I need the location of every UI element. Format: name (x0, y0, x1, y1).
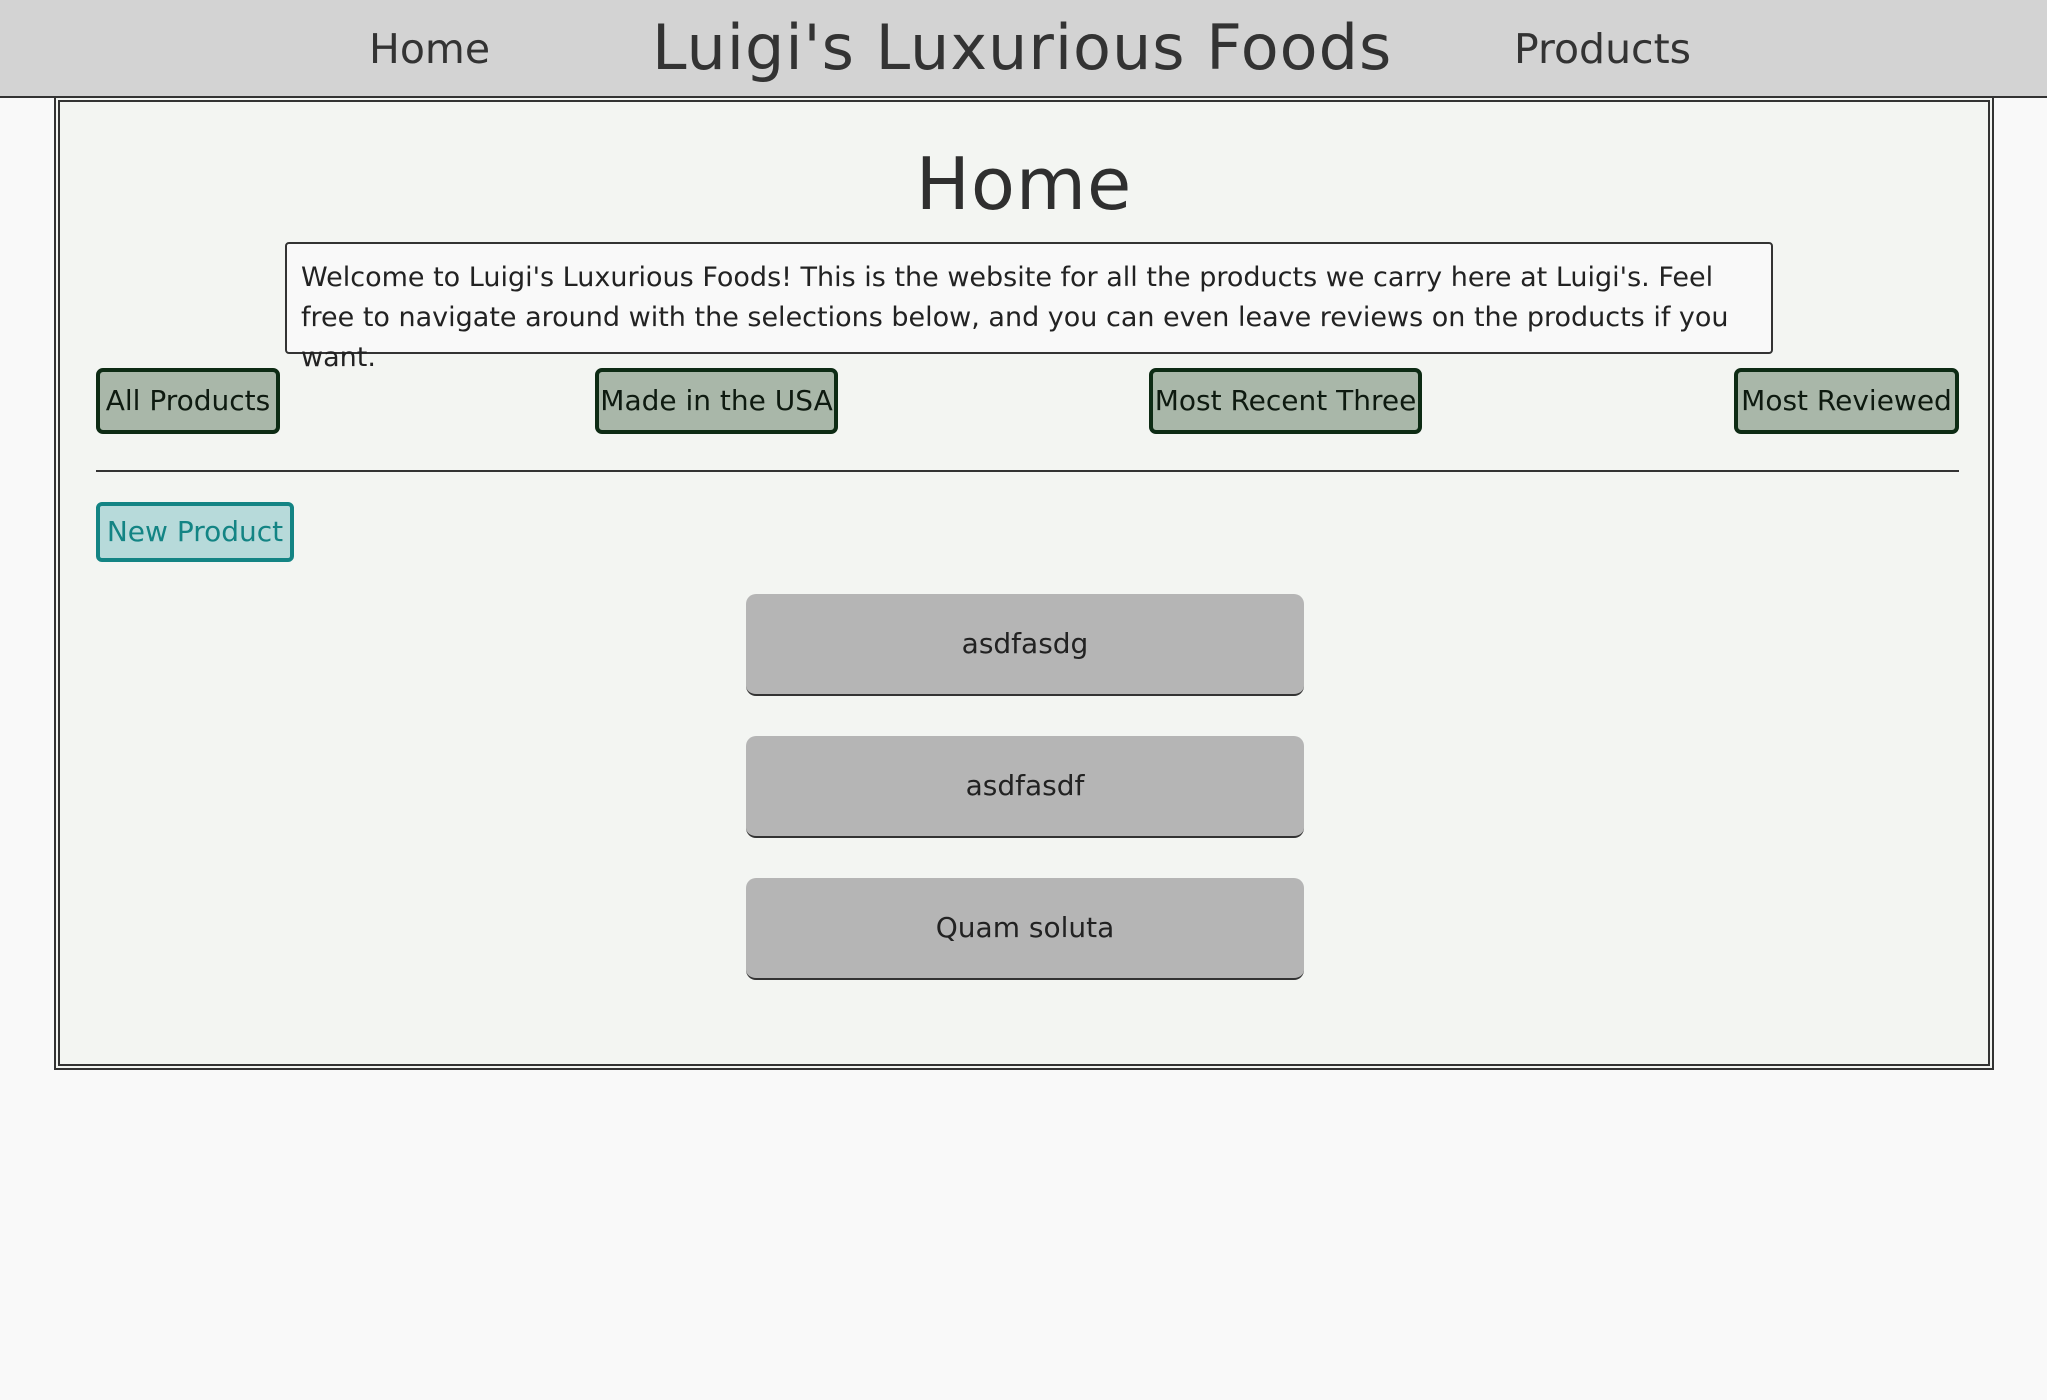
divider (96, 470, 1959, 472)
all-products-button[interactable]: All Products (96, 368, 280, 434)
page-title: Home (915, 142, 1133, 226)
new-product-button[interactable]: New Product (96, 502, 294, 562)
made-in-usa-button[interactable]: Made in the USA (595, 368, 838, 434)
product-card[interactable]: asdfasdg (746, 594, 1304, 696)
nav-products-link[interactable]: Products (1514, 0, 1691, 98)
product-list: asdfasdg asdfasdf Quam soluta (746, 594, 1304, 1020)
nav-home-link[interactable]: Home (369, 0, 490, 98)
most-reviewed-button[interactable]: Most Reviewed (1734, 368, 1959, 434)
product-card[interactable]: asdfasdf (746, 736, 1304, 838)
main-container: Home Welcome to Luigi's Luxurious Foods!… (54, 96, 1994, 1070)
most-recent-three-button[interactable]: Most Recent Three (1149, 368, 1422, 434)
brand-title[interactable]: Luigi's Luxurious Foods (652, 0, 1392, 98)
intro-text: Welcome to Luigi's Luxurious Foods! This… (285, 242, 1773, 373)
product-card[interactable]: Quam soluta (746, 878, 1304, 980)
top-nav: Home Luigi's Luxurious Foods Products (0, 0, 2047, 98)
